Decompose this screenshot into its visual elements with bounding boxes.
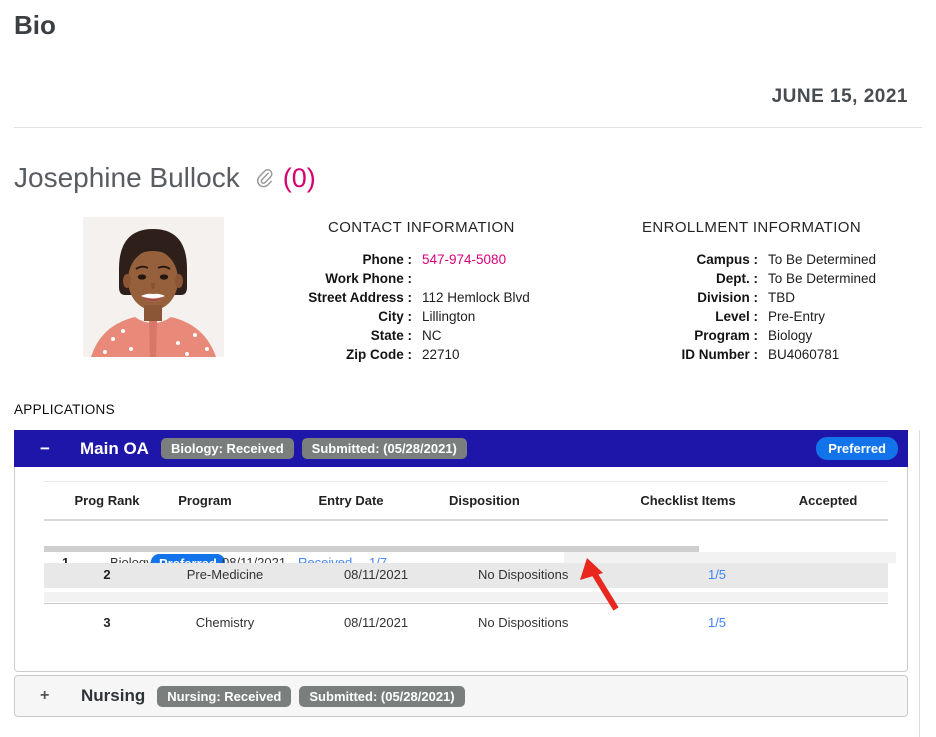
contact-row-street: Street Address : 112 Hemlock Blvd bbox=[280, 288, 530, 307]
field-value: Biology bbox=[758, 326, 876, 345]
checklist-link[interactable]: 1/5 bbox=[708, 567, 726, 582]
col-header-accepted: Accepted bbox=[799, 493, 858, 508]
field-label: Zip Code : bbox=[280, 345, 412, 364]
field-label: Dept. : bbox=[600, 269, 758, 288]
field-label: Division : bbox=[600, 288, 758, 307]
row-rank: 3 bbox=[103, 615, 110, 630]
row-disposition: No Dispositions bbox=[478, 615, 568, 630]
section-title: Nursing bbox=[81, 686, 145, 706]
col-header-prog-rank: Prog Rank bbox=[74, 493, 139, 508]
application-section-main-oa[interactable]: − Main OA Biology: Received Submitted: (… bbox=[14, 430, 908, 467]
enrollment-row-level: Level : Pre-Entry bbox=[600, 307, 876, 326]
application-section-nursing[interactable]: + Nursing Nursing: Received Submitted: (… bbox=[14, 675, 908, 717]
applications-table: Prog Rank Program Entry Date Disposition… bbox=[14, 467, 908, 672]
field-label: Phone : bbox=[280, 250, 412, 269]
row-program: Pre-Medicine bbox=[187, 567, 264, 582]
row-entry-date: 08/11/2021 bbox=[344, 567, 408, 582]
field-value: Lillington bbox=[412, 307, 530, 326]
status-badge: Nursing: Received bbox=[157, 686, 291, 707]
student-name: Josephine Bullock bbox=[14, 162, 240, 194]
enrollment-row-campus: Campus : To Be Determined bbox=[600, 250, 876, 269]
checklist-link[interactable]: 1/5 bbox=[708, 615, 726, 630]
table-row-chemistry[interactable]: 3 Chemistry 08/11/2021 No Dispositions 1… bbox=[44, 604, 888, 640]
page-title: Bio bbox=[14, 10, 56, 41]
submitted-badge: Submitted: (05/28/2021) bbox=[299, 686, 464, 707]
student-photo bbox=[83, 217, 224, 357]
row-highlight bbox=[44, 592, 888, 602]
status-badge: Biology: Received bbox=[161, 438, 294, 459]
divider bbox=[44, 481, 888, 482]
col-header-entry-date: Entry Date bbox=[318, 493, 383, 508]
submitted-badge: Submitted: (05/28/2021) bbox=[302, 438, 467, 459]
contact-row-zip: Zip Code : 22710 bbox=[280, 345, 530, 364]
row-disposition: No Dispositions bbox=[478, 567, 568, 582]
divider bbox=[919, 430, 920, 737]
enrollment-info-heading: ENROLLMENT INFORMATION bbox=[642, 219, 861, 236]
enrollment-row-division: Division : TBD bbox=[600, 288, 876, 307]
field-value: 112 Hemlock Blvd bbox=[412, 288, 530, 307]
enrollment-row-program: Program : Biology bbox=[600, 326, 876, 345]
phone-link[interactable]: 547-974-5080 bbox=[422, 252, 506, 267]
field-value: To Be Determined bbox=[758, 250, 876, 269]
enrollment-row-id-number: ID Number : BU4060781 bbox=[600, 345, 876, 364]
row-program: Chemistry bbox=[196, 615, 255, 630]
field-value: 22710 bbox=[412, 345, 530, 364]
field-label: ID Number : bbox=[600, 345, 758, 364]
field-label: Street Address : bbox=[280, 288, 412, 307]
col-header-program: Program bbox=[178, 493, 231, 508]
field-value: To Be Determined bbox=[758, 269, 876, 288]
field-value: Pre-Entry bbox=[758, 307, 876, 326]
preferred-badge: Preferred bbox=[816, 437, 898, 460]
contact-row-city: City : Lillington bbox=[280, 307, 530, 326]
contact-info-list: Phone : 547-974-5080 Work Phone : Street… bbox=[280, 250, 530, 364]
contact-row-state: State : NC bbox=[280, 326, 530, 345]
field-label: Work Phone : bbox=[280, 269, 412, 288]
field-value: BU4060781 bbox=[758, 345, 876, 364]
contact-row-work-phone: Work Phone : bbox=[280, 269, 530, 288]
col-header-checklist-items: Checklist Items bbox=[640, 493, 735, 508]
drag-cursor-arrow-icon bbox=[578, 556, 620, 617]
expand-icon[interactable]: + bbox=[40, 687, 58, 705]
field-label: City : bbox=[280, 307, 412, 326]
row-rank: 2 bbox=[103, 567, 110, 582]
row-entry-date: 08/11/2021 bbox=[344, 615, 408, 630]
student-header: Josephine Bullock (0) bbox=[14, 162, 316, 194]
enrollment-info-list: Campus : To Be Determined Dept. : To Be … bbox=[600, 250, 876, 364]
col-header-disposition: Disposition bbox=[449, 493, 520, 508]
section-title: Main OA bbox=[80, 439, 149, 459]
contact-row-phone: Phone : 547-974-5080 bbox=[280, 250, 530, 269]
field-label: State : bbox=[280, 326, 412, 345]
divider bbox=[14, 127, 922, 128]
contact-info-heading: CONTACT INFORMATION bbox=[328, 219, 515, 236]
attachment-count-link[interactable]: (0) bbox=[283, 163, 316, 194]
paperclip-icon[interactable] bbox=[256, 169, 273, 193]
field-label: Level : bbox=[600, 307, 758, 326]
field-label: Program : bbox=[600, 326, 758, 345]
collapse-icon[interactable]: − bbox=[40, 439, 58, 459]
field-value: NC bbox=[412, 326, 530, 345]
applications-heading: APPLICATIONS bbox=[14, 402, 115, 417]
table-row-pre-medicine[interactable]: 2 Pre-Medicine 08/11/2021 No Disposition… bbox=[44, 563, 888, 588]
field-value bbox=[412, 269, 530, 288]
field-label: Campus : bbox=[600, 250, 758, 269]
enrollment-row-dept: Dept. : To Be Determined bbox=[600, 269, 876, 288]
divider bbox=[44, 519, 888, 521]
report-date: JUNE 15, 2021 bbox=[772, 86, 908, 108]
field-value: TBD bbox=[758, 288, 876, 307]
